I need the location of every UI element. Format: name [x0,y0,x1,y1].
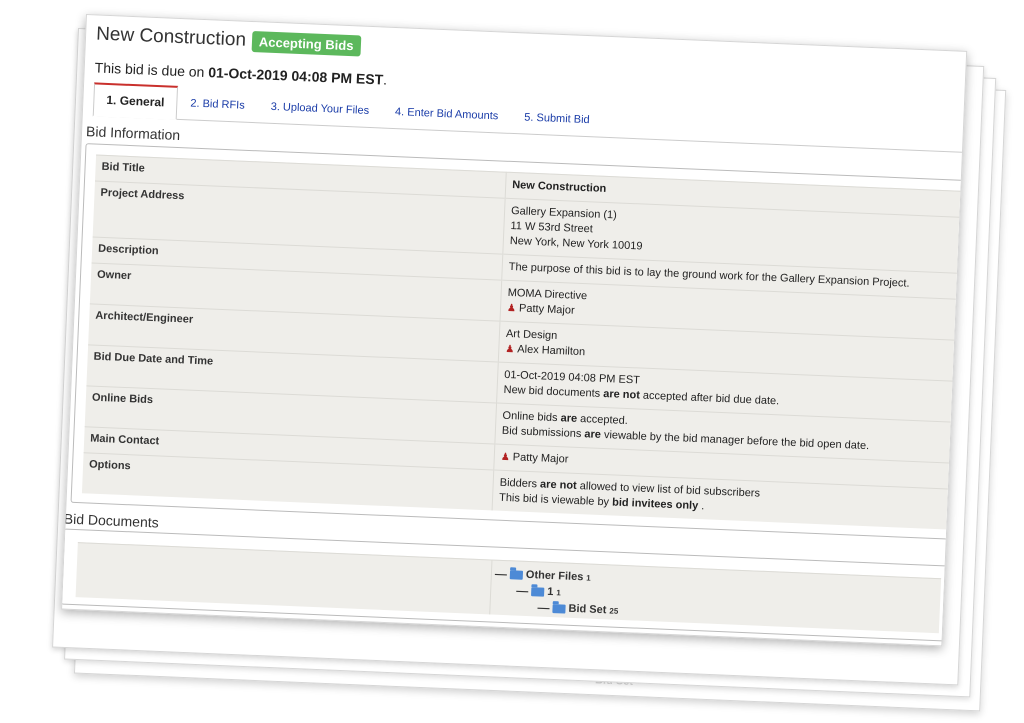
status-badge: Accepting Bids [251,30,361,57]
bid-page: New Construction Accepting Bids This bid… [61,14,968,647]
bid-information-heading: Bid Information [85,123,181,144]
user-icon: ♟ [500,451,510,464]
folder-name: Bid Set [568,602,607,617]
due-prefix: This bid is due on [94,59,205,81]
file-count: 1 [586,572,591,583]
tree-folder-other-files[interactable]: — Other Files 1 [495,567,591,585]
folder-name: Other Files [525,568,584,584]
note-text: Bidders [499,476,541,491]
file-count: 1 [556,587,561,597]
due-date: 01-Oct-2019 04:08 PM EST [207,64,384,88]
bid-documents-heading: Bid Documents [63,510,160,531]
bid-information-panel: Bid Title New Construction Project Addre… [70,143,967,540]
main-contact-name: Patty Major [512,451,569,466]
column-divider [489,560,493,615]
note-text: This bid is viewable by [498,491,613,509]
tab-upload-files[interactable]: 3. Upload Your Files [257,100,382,127]
tab-general[interactable]: 1. General [92,82,179,120]
user-icon: ♟ [505,343,515,356]
note-text: Online bids [502,409,561,425]
file-count: 25 [609,605,619,616]
bid-information-table: Bid Title New Construction Project Addre… [81,154,964,530]
folder-open-icon [509,569,524,580]
note-text: New bid documents [503,383,604,400]
folder-open-icon [552,603,566,614]
bid-title-value: New Construction [511,179,607,195]
collapse-icon[interactable]: — [495,567,508,581]
tab-submit-bid[interactable]: 5. Submit Bid [511,111,603,137]
note-text: . [697,500,705,513]
folder-name: 1 [546,585,554,599]
note-emphasis: are not [539,478,577,492]
tree-folder-bid-set[interactable]: — Bid Set 25 [537,600,618,617]
tab-enter-bid-amounts[interactable]: 4. Enter Bid Amounts [381,105,511,132]
stage: Bid Set New Construction Accepting Bids … [0,0,1024,723]
collapse-icon[interactable]: — [516,584,529,598]
tree-folder-1[interactable]: — 1 1 [516,584,561,600]
note-emphasis: are [584,428,602,441]
user-icon: ♟ [506,302,517,315]
bid-page-content: New Construction Accepting Bids This bid… [62,15,967,645]
note-emphasis: are not [602,387,641,402]
note-text: accepted. [576,412,629,428]
tab-bid-rfis[interactable]: 2. Bid RFIs [177,97,258,122]
note-emphasis: are [560,412,578,425]
note-emphasis: bid invitees only [611,496,699,513]
note-text: Bid submissions [501,424,585,441]
page-title: New Construction [95,23,247,51]
architect-person-name: Alex Hamilton [517,343,586,359]
owner-person-name: Patty Major [518,302,575,317]
folder-open-icon [531,586,545,597]
collapse-icon[interactable]: — [537,600,550,614]
due-suffix: . [382,71,388,88]
title-row: New Construction Accepting Bids [95,23,361,57]
wizard-tabs: 1. General 2. Bid RFIs 3. Upload Your Fi… [92,81,964,153]
